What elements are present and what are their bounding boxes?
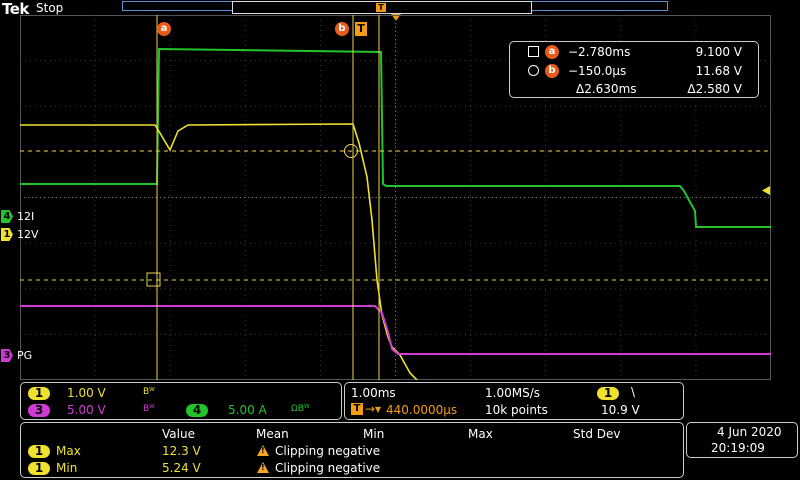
cursor-a-time: −2.780ms xyxy=(568,45,631,59)
cursor-b-label[interactable]: b xyxy=(335,22,349,36)
meas-header-min: Min xyxy=(363,427,385,441)
trigger-position-badge: T xyxy=(351,403,363,415)
ch3-pill[interactable]: 3 xyxy=(28,404,50,417)
ch1-scale[interactable]: 1.00 V xyxy=(67,386,106,400)
record-points: 10k points xyxy=(485,403,548,417)
vertical-settings-panel[interactable]: 1 1.00 V Bᵂ 3 5.00 V Bᵂ 4 5.00 A ΩBᵂ xyxy=(20,382,342,420)
warning-icon xyxy=(257,462,269,473)
channel-3-name: PG xyxy=(17,349,33,362)
acquisition-status: Stop xyxy=(36,1,64,15)
trigger-position-arrow-icon: →▾ xyxy=(365,402,382,416)
channel-3-badge: 3 xyxy=(1,349,13,362)
channel-4-badge: 4 xyxy=(1,210,13,223)
meas-header-max: Max xyxy=(468,427,493,441)
channel-3-marker[interactable]: 3 PG xyxy=(1,349,32,362)
meas-header-value: Value xyxy=(162,427,195,441)
cursor-b-value: 11.68 V xyxy=(695,64,742,78)
cursor-delta-row: Δ2.630ms Δ2.580 V xyxy=(510,82,758,98)
cursor-b-badge: b xyxy=(545,64,559,78)
meas-row2-value: 5.24 V xyxy=(162,461,201,475)
cursor-readout: a −2.780ms 9.100 V b −150.0µs 11.68 V Δ2… xyxy=(509,41,759,98)
trigger-level-icon xyxy=(762,186,770,195)
warning-icon xyxy=(257,445,269,456)
date: 4 Jun 2020 xyxy=(717,425,782,439)
meas-row2-name[interactable]: Min xyxy=(56,461,77,475)
cursor-b-row: b −150.0µs 11.68 V xyxy=(510,64,758,80)
meas-row1-channel: 1 xyxy=(28,445,50,458)
channel-1-name: 12V xyxy=(17,228,39,241)
circle-cursor-icon xyxy=(528,65,539,76)
time-scale[interactable]: 1.00ms xyxy=(351,386,396,400)
datetime-panel: 4 Jun 2020 20:19:09 xyxy=(686,422,798,458)
time: 20:19:09 xyxy=(711,441,765,455)
ch3-bw-icon: Bᵂ xyxy=(143,404,155,414)
trigger-level[interactable]: 10.9 V xyxy=(601,403,640,417)
meas-header-mean: Mean xyxy=(256,427,289,441)
ch3-scale[interactable]: 5.00 V xyxy=(67,403,106,417)
meas-header-stddev: Std Dev xyxy=(573,427,621,441)
cursor-delta-time: Δ2.630ms xyxy=(576,82,637,96)
channel-1-marker[interactable]: 1 12V xyxy=(1,228,39,241)
ch1-bw-icon: Bᵂ xyxy=(143,387,155,397)
channel-4-name: 12I xyxy=(17,210,35,223)
ch4-pill[interactable]: 4 xyxy=(186,404,208,417)
cursor-a-label[interactable]: a xyxy=(157,22,171,36)
channel-4-marker[interactable]: 4 12I xyxy=(1,210,34,223)
ch1-pill[interactable]: 1 xyxy=(28,387,50,400)
trigger-position[interactable]: 440.0000µs xyxy=(386,403,457,417)
cursor-a-value: 9.100 V xyxy=(695,45,742,59)
meas-row1-value: 12.3 V xyxy=(162,444,201,458)
measurements-panel[interactable]: Value Mean Min Max Std Dev 1 Max 12.3 V … xyxy=(20,422,684,478)
trigger-source-pill[interactable]: 1 xyxy=(597,387,619,400)
square-cursor-icon xyxy=(528,46,539,57)
cursor-a-row: a −2.780ms 9.100 V xyxy=(510,45,758,61)
channel-1-badge: 1 xyxy=(1,228,13,241)
ch4-scale[interactable]: 5.00 A xyxy=(228,403,267,417)
sample-rate: 1.00MS/s xyxy=(485,386,540,400)
record-trigger-marker: T xyxy=(376,3,386,12)
cursor-delta-value: Δ2.580 V xyxy=(687,82,742,96)
trigger-slope-icon: \ xyxy=(631,385,636,399)
meas-row1-note: Clipping negative xyxy=(257,444,380,458)
horizontal-settings-panel[interactable]: 1.00ms 1.00MS/s 1 \ T →▾ 440.0000µs 10k … xyxy=(344,382,684,420)
ch4-bw-icon: ΩBᵂ xyxy=(291,404,310,414)
meas-row1-name[interactable]: Max xyxy=(56,444,81,458)
trigger-label: T xyxy=(355,22,367,36)
channel-1-trace xyxy=(20,123,418,380)
meas-row2-channel: 1 xyxy=(28,462,50,475)
meas-row2-note: Clipping negative xyxy=(257,461,380,475)
cursor-a-badge: a xyxy=(545,45,559,59)
cursor-b-time: −150.0µs xyxy=(568,64,627,78)
